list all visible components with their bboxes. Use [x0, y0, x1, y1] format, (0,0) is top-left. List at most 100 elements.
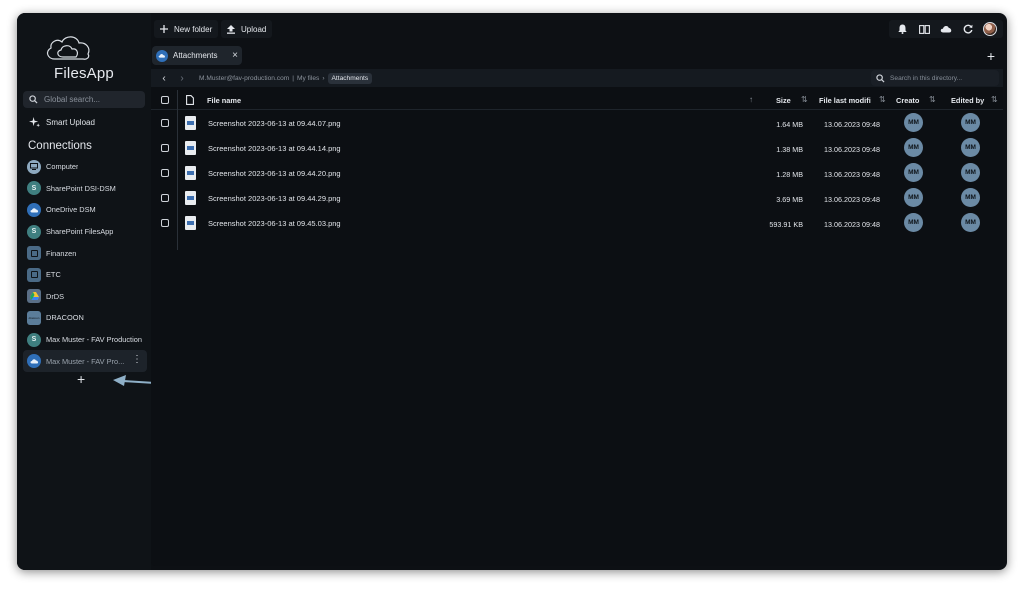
editor-avatar: MM — [961, 113, 980, 132]
connection-item-finanzen[interactable]: Finanzen — [23, 242, 147, 264]
file-icon — [186, 95, 194, 105]
refresh-icon[interactable] — [959, 21, 977, 37]
file-size: 1.38 MB — [776, 145, 803, 154]
directory-search-input[interactable]: Search in this directory... — [871, 70, 999, 86]
cloud-logo-icon — [46, 36, 90, 60]
forward-icon[interactable]: › — [173, 73, 191, 84]
file-date: 13.06.2023 09:48 — [824, 220, 880, 229]
connection-item-etc[interactable]: ETC — [23, 264, 147, 286]
sort-icon[interactable]: ⇅ — [801, 95, 808, 104]
file-name[interactable]: Screenshot 2023-06-13 at 09.44.29.png — [208, 194, 341, 203]
app-window: FilesApp Global search... Smart Upload C… — [17, 13, 1007, 570]
connection-item-computer[interactable]: Computer — [23, 156, 147, 178]
app-logo-text: FilesApp — [54, 65, 114, 82]
onedrive-icon — [27, 202, 41, 217]
google-drive-icon — [27, 289, 41, 304]
file-size: 1.28 MB — [776, 170, 803, 179]
sharepoint-icon: S — [27, 181, 41, 196]
upload-label: Upload — [241, 24, 267, 34]
file-date: 13.06.2023 09:48 — [824, 170, 880, 179]
table-header: File name ↑ Size ⇅ File last modifi ⇅ Cr… — [151, 90, 1003, 110]
tab-attachments[interactable]: Attachments × — [152, 46, 242, 65]
plus-icon — [160, 25, 168, 33]
search-icon — [876, 73, 885, 83]
editor-avatar: MM — [961, 188, 980, 207]
path-bar: ‹ › M.Muster@fav-production.com | My fil… — [151, 69, 1003, 87]
table-row[interactable]: Screenshot 2023-06-13 at 09.44.20.png 1.… — [151, 160, 1003, 185]
file-size: 593.91 KB — [769, 220, 803, 229]
file-name[interactable]: Screenshot 2023-06-13 at 09.44.07.png — [208, 119, 341, 128]
select-all-checkbox[interactable] — [161, 96, 169, 104]
breadcrumb-my-files[interactable]: My files — [297, 75, 319, 82]
row-checkbox[interactable] — [161, 194, 169, 202]
new-folder-label: New folder — [174, 24, 213, 34]
avatar — [983, 22, 997, 36]
add-tab-button[interactable]: + — [987, 49, 995, 63]
file-name[interactable]: Screenshot 2023-06-13 at 09.44.14.png — [208, 144, 341, 153]
breadcrumb-current[interactable]: Attachments — [327, 72, 373, 84]
upload-icon — [227, 24, 235, 34]
new-folder-button[interactable]: New folder — [154, 20, 219, 38]
column-size[interactable]: Size — [776, 96, 791, 105]
sort-icon[interactable]: ⇅ — [879, 95, 886, 104]
column-file-name[interactable]: File name — [207, 96, 241, 105]
breadcrumb-account[interactable]: M.Muster@fav-production.com — [199, 75, 289, 82]
sparkle-icon — [29, 117, 40, 128]
column-creator[interactable]: Creato — [896, 96, 919, 105]
split-view-icon[interactable] — [915, 21, 933, 37]
row-checkbox[interactable] — [161, 119, 169, 127]
upload-button[interactable]: Upload — [221, 20, 273, 38]
file-size: 3.69 MB — [776, 195, 803, 204]
global-search-input[interactable]: Global search... — [23, 91, 145, 108]
add-connection-button[interactable]: + — [77, 372, 85, 386]
user-avatar[interactable] — [981, 21, 999, 37]
row-checkbox[interactable] — [161, 219, 169, 227]
sharepoint-icon: S — [27, 224, 41, 239]
table-row[interactable]: Screenshot 2023-06-13 at 09.44.07.png 1.… — [151, 110, 1003, 135]
search-icon — [29, 95, 38, 104]
connection-item-sharepoint-filesapp[interactable]: S SharePoint FilesApp — [23, 221, 147, 243]
row-checkbox[interactable] — [161, 144, 169, 152]
connection-item-dracoon[interactable]: dracoon DRACOON — [23, 307, 147, 329]
file-date: 13.06.2023 09:48 — [824, 120, 880, 129]
sidebar: FilesApp Global search... Smart Upload C… — [17, 13, 151, 570]
table-row[interactable]: Screenshot 2023-06-13 at 09.44.29.png 3.… — [151, 185, 1003, 210]
editor-avatar: MM — [961, 138, 980, 157]
table-row[interactable]: Screenshot 2023-06-13 at 09.44.14.png 1.… — [151, 135, 1003, 160]
file-browser: ‹ › M.Muster@fav-production.com | My fil… — [151, 69, 1003, 566]
bell-icon[interactable] — [893, 21, 911, 37]
image-file-icon — [185, 166, 196, 180]
sort-up-icon[interactable]: ↑ — [749, 95, 753, 104]
file-date: 13.06.2023 09:48 — [824, 195, 880, 204]
sort-icon[interactable]: ⇅ — [929, 95, 936, 104]
connection-item-onedrive-dsm[interactable]: OneDrive DSM — [23, 199, 147, 221]
back-icon[interactable]: ‹ — [155, 73, 173, 84]
table-row[interactable]: Screenshot 2023-06-13 at 09.45.03.png 59… — [151, 210, 1003, 235]
connection-item-max-muster-fav-production[interactable]: S Max Muster - FAV Production — [23, 329, 147, 351]
connection-item-drds[interactable]: DrDS — [23, 286, 147, 308]
column-edited-by[interactable]: Edited by — [951, 96, 984, 105]
close-icon[interactable]: × — [232, 50, 238, 61]
cloud-icon[interactable] — [937, 21, 955, 37]
connection-item-max-muster-fav-pro-active[interactable]: Max Muster - FAV Pro... ⋮ — [23, 350, 147, 372]
image-file-icon — [185, 191, 196, 205]
creator-avatar: MM — [904, 188, 923, 207]
connections-list: Computer S SharePoint DSI-DSM OneDrive D… — [23, 156, 147, 372]
more-vertical-icon[interactable]: ⋮ — [132, 354, 142, 366]
computer-icon — [27, 159, 41, 174]
global-search-placeholder: Global search... — [44, 95, 101, 104]
file-size: 1.64 MB — [776, 120, 803, 129]
directory-search-placeholder: Search in this directory... — [890, 74, 963, 82]
column-file-last-modified[interactable]: File last modifi — [819, 96, 871, 105]
folder-icon — [27, 267, 41, 282]
sort-icon[interactable]: ⇅ — [991, 95, 998, 104]
file-date: 13.06.2023 09:48 — [824, 145, 880, 154]
file-name[interactable]: Screenshot 2023-06-13 at 09.44.20.png — [208, 169, 341, 178]
onedrive-icon — [156, 49, 168, 62]
smart-upload-button[interactable]: Smart Upload — [29, 117, 95, 128]
row-checkbox[interactable] — [161, 169, 169, 177]
file-name[interactable]: Screenshot 2023-06-13 at 09.45.03.png — [208, 219, 341, 228]
connection-item-sharepoint-dsi-dsm[interactable]: S SharePoint DSI-DSM — [23, 178, 147, 200]
creator-avatar: MM — [904, 163, 923, 182]
breadcrumb-separator: | — [292, 74, 294, 82]
